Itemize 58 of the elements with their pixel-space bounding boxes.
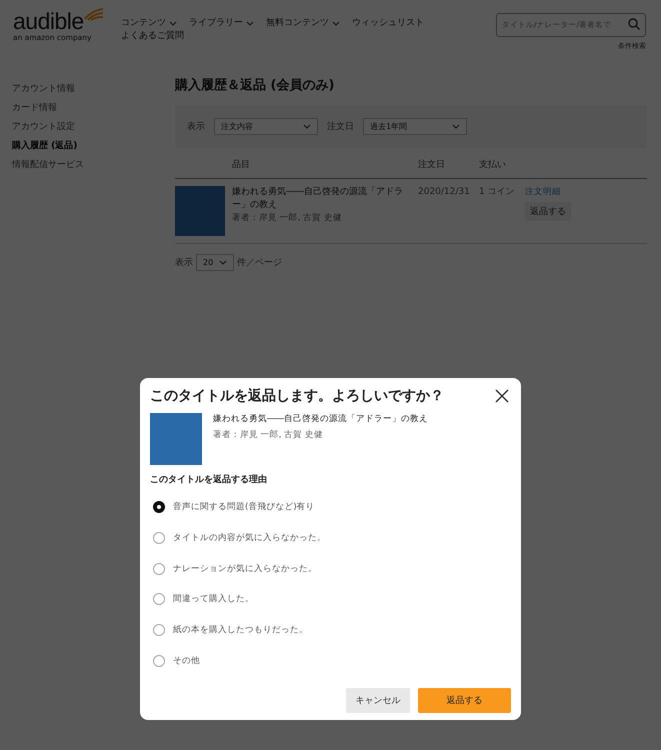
dropdown-field[interactable]: 過去1年間	[363, 118, 467, 135]
column-header: 品目	[232, 158, 251, 170]
paging-label: 表示	[175, 256, 193, 269]
order-date: 2020/12/31	[418, 186, 471, 199]
radio-button[interactable]	[153, 562, 165, 575]
close-icon	[495, 389, 509, 403]
search-icon	[628, 18, 640, 30]
sound-waves-icon	[83, 5, 105, 21]
page-title: 購入履歴＆返品 (会員のみ)	[175, 77, 336, 95]
nav-link[interactable]: よくあるご質問	[121, 30, 184, 43]
radio-label[interactable]: ナレーションが気に入らなかった。	[173, 562, 317, 575]
sidebar-item[interactable]: 購入履歴 (返品)	[12, 137, 175, 156]
payment-amount: 1 コイン	[479, 186, 516, 199]
radio-button[interactable]	[153, 532, 165, 544]
chevron-down-icon	[246, 21, 254, 26]
radio-button[interactable]	[153, 624, 165, 636]
nav-link[interactable]: ウィッシュリスト	[352, 17, 424, 30]
chevron-down-icon	[332, 21, 340, 26]
radio-label[interactable]: タイトルの内容が気に入らなかった。	[173, 532, 326, 544]
sidebar-item[interactable]: 情報配信サービス	[12, 156, 175, 175]
book-author: 著者：岸見 一郎, 古賀 史健	[232, 212, 343, 225]
dialog-title: このタイトルを返品します。よろしいですか？	[150, 387, 444, 406]
close-button[interactable]	[493, 387, 511, 405]
radio-label[interactable]: 間違って購入した。	[173, 593, 254, 606]
book-author: 著者：岸見 一郎, 古賀 史健	[213, 429, 324, 442]
radio-button[interactable]	[153, 593, 165, 606]
nav-link[interactable]: コンテンツ	[121, 17, 177, 30]
radio-button[interactable]	[153, 654, 165, 667]
return-button[interactable]: 返品する	[525, 202, 571, 221]
dropdown-field[interactable]: 注文内容	[214, 118, 318, 135]
radio-label[interactable]: その他	[173, 654, 200, 667]
section-heading: このタイトルを返品する理由	[150, 473, 268, 487]
sidebar-item[interactable]: アカウント情報	[12, 80, 175, 99]
filter-label: 注文日	[327, 120, 354, 133]
nav-link[interactable]: 無料コンテンツ	[266, 17, 340, 30]
chevron-down-icon	[303, 124, 311, 129]
sidebar-item[interactable]: アカウント設定	[12, 118, 175, 137]
book-cover-placeholder	[175, 186, 225, 236]
chevron-down-icon	[452, 124, 460, 129]
return-button[interactable]: 返品する	[418, 688, 511, 714]
nav-link[interactable]: ライブラリー	[189, 17, 254, 30]
paging-suffix: 件／ページ	[237, 256, 282, 269]
book-cover-placeholder	[150, 413, 202, 465]
radio-button[interactable]	[153, 501, 165, 514]
filter-label: 表示	[187, 120, 205, 133]
logo-wordmark[interactable]: audible	[13, 9, 84, 33]
chevron-down-icon	[169, 21, 177, 26]
book-title: 嫌われる勇気――自己啓発の源流「アドラー」の教え	[232, 186, 404, 212]
chevron-down-icon	[219, 260, 227, 265]
book-title: 嫌われる勇気――自己啓発の源流「アドラー」の教え	[213, 413, 428, 426]
column-header: 支払い	[479, 158, 506, 170]
page-size-dropdown[interactable]: 20	[196, 254, 234, 271]
column-header: 注文日	[418, 158, 446, 170]
sidebar-item[interactable]: カード情報	[12, 99, 175, 118]
cancel-button[interactable]: キャンセル	[346, 688, 410, 714]
radio-label[interactable]: 音声に関する問題(音飛びなど)有り	[173, 501, 315, 514]
radio-label[interactable]: 紙の本を購入したつもりだった。	[173, 624, 308, 636]
order-details-link[interactable]: 注文明細	[525, 186, 561, 199]
